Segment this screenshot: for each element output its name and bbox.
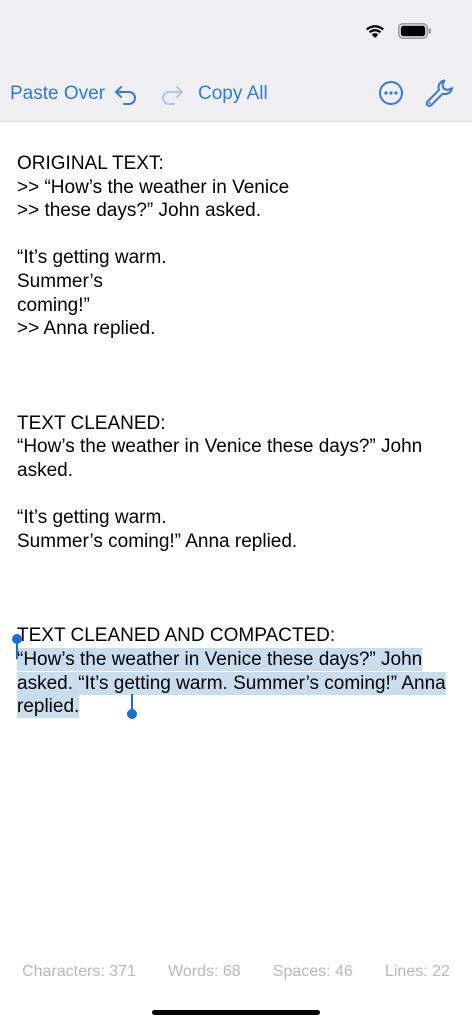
line-count: Lines: 22 (384, 963, 450, 980)
cleaned-heading: TEXT CLEANED: (17, 412, 166, 434)
original-text-lines: >> “How’s the weather in Venice >> these… (17, 176, 290, 222)
stats-bar: Characters: 371 Words: 68 Spaces: 46 Lin… (0, 963, 472, 987)
original-text-lines-2: “It’s getting warm. Summer’s coming!” >>… (17, 247, 167, 340)
cleaned-paragraph-1: “How’s the weather in Venice these days?… (17, 436, 423, 481)
word-count: Words: 68 (168, 963, 241, 980)
selection-start-handle[interactable] (12, 633, 24, 660)
cleaned-paragraph-2: “It’s getting warm. Summer’s coming!” An… (17, 507, 298, 552)
selection-end-handle[interactable] (126, 693, 138, 720)
selected-compacted-text[interactable]: “How’s the weather in Venice these days?… (17, 647, 446, 719)
home-indicator[interactable] (152, 1010, 320, 1015)
paste-over-button[interactable]: Paste Over (10, 83, 105, 105)
undo-icon[interactable] (112, 80, 140, 108)
toolbar: Paste Over Copy All (0, 74, 472, 114)
copy-all-button[interactable]: Copy All (198, 83, 268, 105)
wrench-icon[interactable] (423, 77, 455, 109)
redo-icon[interactable] (158, 80, 186, 108)
more-options-icon[interactable] (377, 79, 405, 107)
selection-region[interactable]: “How’s the weather in Venice these days?… (12, 633, 457, 720)
text-editor[interactable]: ORIGINAL TEXT: >> “How’s the weather in … (12, 152, 457, 720)
battery-icon (398, 22, 431, 39)
wifi-icon (366, 25, 384, 38)
compacted-heading: TEXT CLEANED AND COMPACTED: (17, 625, 336, 647)
original-heading: ORIGINAL TEXT: (17, 153, 164, 174)
character-count: Characters: 371 (22, 963, 136, 980)
space-count: Spaces: 46 (272, 963, 353, 980)
status-bar (364, 22, 432, 39)
top-bar: Paste Over Copy All (0, 0, 472, 122)
